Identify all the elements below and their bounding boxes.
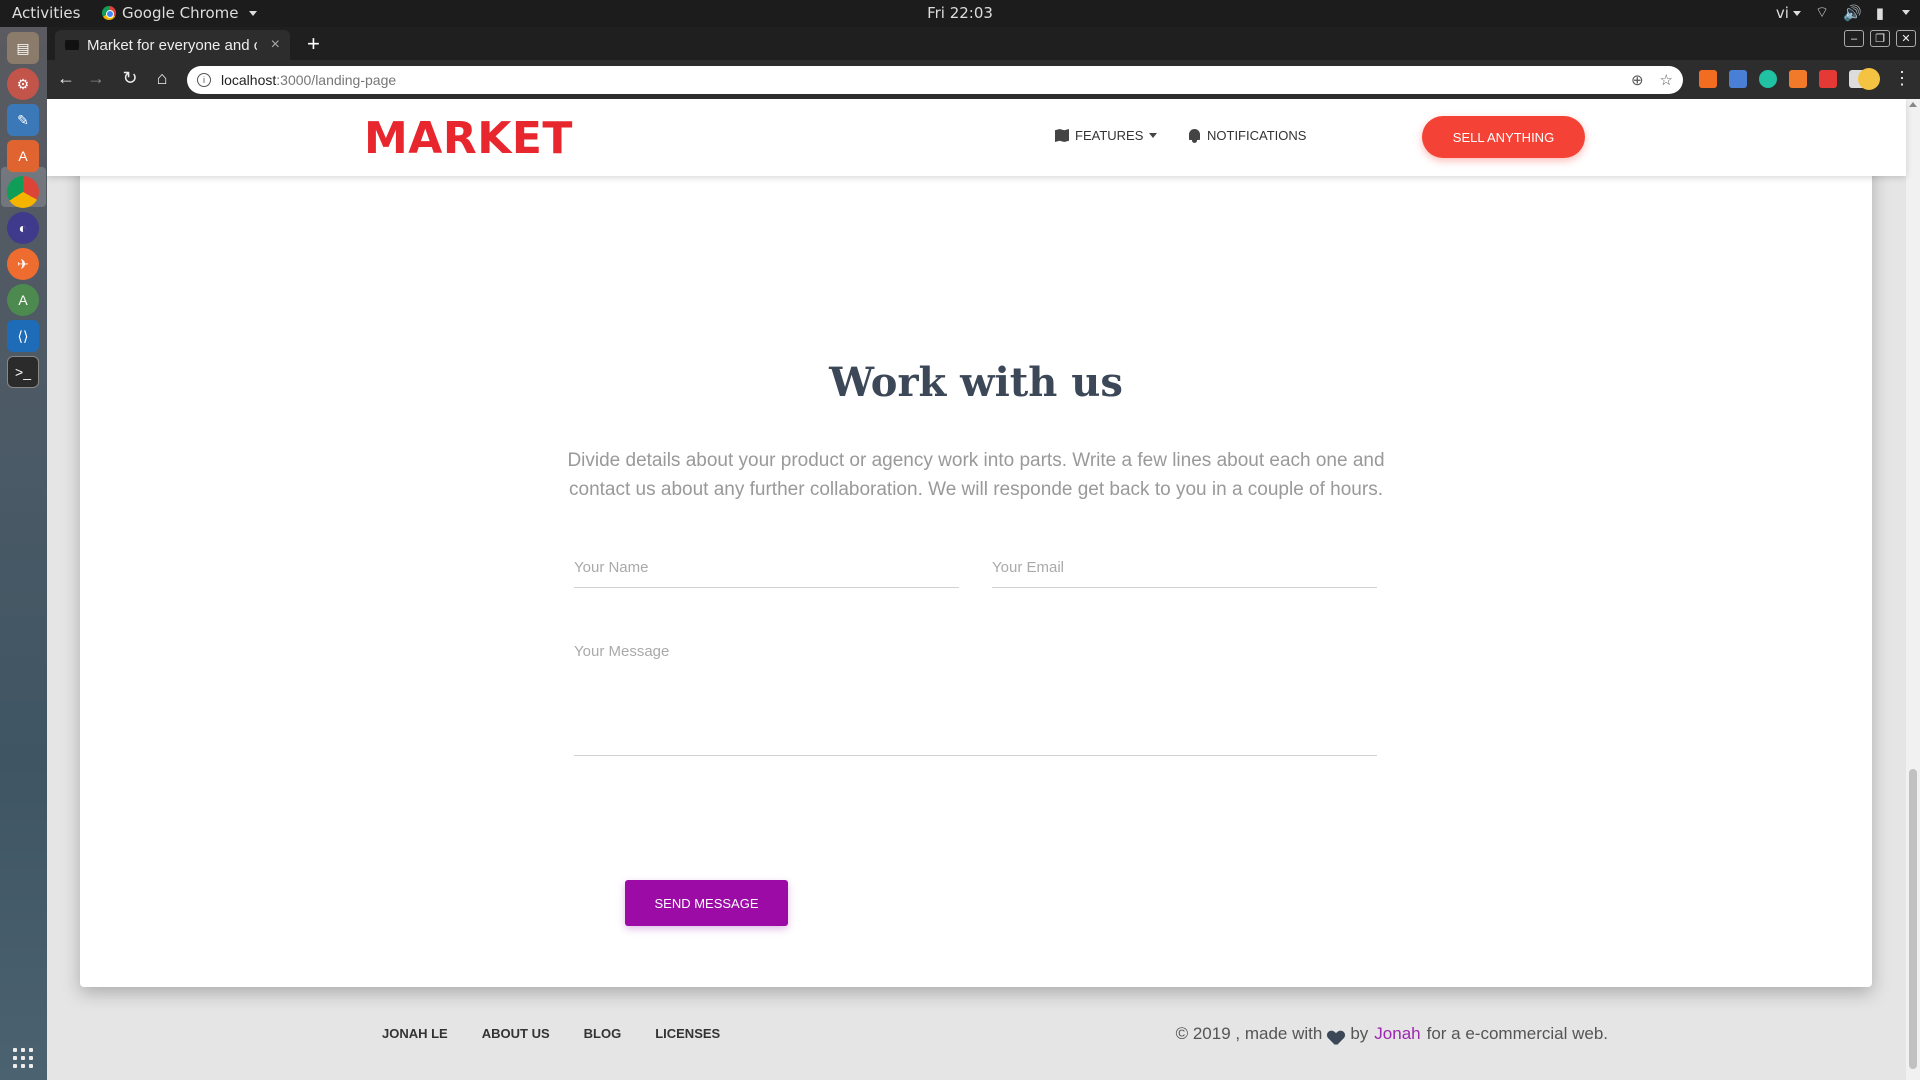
chrome-icon[interactable] bbox=[7, 176, 39, 208]
footer-link-jonah-le[interactable]: JONAH LE bbox=[382, 1026, 448, 1041]
footer-link-about-us[interactable]: ABOUT US bbox=[482, 1026, 550, 1041]
forward-button[interactable]: → bbox=[85, 68, 107, 89]
email-field-placeholder: Your Email bbox=[992, 559, 1064, 576]
chrome-menu-icon[interactable]: ⋮ bbox=[1893, 68, 1911, 89]
footer-link-licenses[interactable]: LICENSES bbox=[655, 1026, 720, 1041]
section-description: Divide details about your product or age… bbox=[567, 450, 1385, 500]
page-scrollbar[interactable] bbox=[1906, 99, 1920, 1080]
name-field-placeholder: Your Name bbox=[574, 559, 649, 576]
nav-features-label: FEATURES bbox=[1075, 128, 1144, 143]
send-message-button[interactable]: SEND MESSAGE bbox=[625, 880, 788, 926]
back-button[interactable]: ← bbox=[55, 68, 77, 89]
author-link[interactable]: Jonah bbox=[1374, 1024, 1420, 1044]
footer-link-blog[interactable]: BLOG bbox=[584, 1026, 622, 1041]
url-path: :3000/landing-page bbox=[276, 72, 397, 88]
new-tab-button[interactable]: + bbox=[307, 31, 320, 57]
site-navbar: MARKET FEATURES NOTIFICATIONS SELL ANYTH… bbox=[47, 99, 1906, 176]
message-field[interactable]: Your Message bbox=[574, 643, 1377, 756]
copyright-by: by bbox=[1350, 1024, 1369, 1043]
scrollbar-thumb[interactable] bbox=[1909, 769, 1917, 1069]
eclipse-icon[interactable]: ◐ bbox=[7, 212, 39, 244]
volume-icon[interactable]: 🔊 bbox=[1843, 4, 1862, 22]
close-icon[interactable]: × bbox=[271, 36, 280, 54]
scroll-up-icon[interactable] bbox=[1909, 102, 1917, 107]
vscode-icon[interactable]: ⟨⟩ bbox=[7, 320, 39, 352]
maximize-button[interactable]: ❐ bbox=[1870, 30, 1890, 47]
system-tray[interactable]: vi ⌔ 🔊 ▮ bbox=[1776, 3, 1910, 22]
browser-tab-bar: Market for everyone and c × + – ❐ ✕ bbox=[47, 27, 1920, 60]
extensions-bar bbox=[1699, 70, 1867, 88]
map-icon bbox=[1055, 129, 1069, 142]
bookmark-star-icon[interactable]: ☆ bbox=[1660, 71, 1673, 89]
url-host: localhost bbox=[221, 72, 277, 88]
dock: ▤ ⚙ ✎ A ◐ ✈ A ⟨⟩ >_ bbox=[0, 27, 47, 1080]
chevron-down-icon bbox=[1792, 10, 1801, 16]
heart-icon bbox=[1328, 1031, 1344, 1045]
extension-icon[interactable] bbox=[1759, 70, 1777, 88]
browser-tab[interactable]: Market for everyone and c × bbox=[55, 30, 290, 60]
extension-icon[interactable] bbox=[1699, 70, 1717, 88]
clock[interactable]: Fri 22:03 bbox=[0, 4, 1920, 22]
software-center-icon[interactable]: A bbox=[7, 140, 39, 172]
nav-notifications-label: NOTIFICATIONS bbox=[1207, 128, 1307, 143]
nav-notifications[interactable]: NOTIFICATIONS bbox=[1188, 128, 1306, 143]
language-label: vi bbox=[1775, 3, 1789, 22]
system-top-bar: Activities Google Chrome Fri 22:03 vi ⌔ … bbox=[0, 0, 1920, 27]
translate-extension-icon[interactable] bbox=[1729, 70, 1747, 88]
reload-button[interactable]: ↻ bbox=[119, 68, 141, 89]
settings-icon[interactable]: ⚙ bbox=[7, 68, 39, 100]
system-menu-chevron-icon[interactable] bbox=[1902, 10, 1910, 15]
browser-toolbar: ← → ↻ ⌂ i localhost:3000/landing-page ⊕ … bbox=[47, 60, 1920, 99]
contact-card: Work with us Divide details about your p… bbox=[80, 139, 1872, 987]
footer-copyright: © 2019 , made with by Jonah for a e-comm… bbox=[1176, 1024, 1608, 1044]
terminal-icon[interactable]: >_ bbox=[7, 356, 39, 388]
web-page: MARKET FEATURES NOTIFICATIONS SELL ANYTH… bbox=[47, 99, 1920, 1080]
minimize-button[interactable]: – bbox=[1844, 30, 1864, 47]
nav-features[interactable]: FEATURES bbox=[1055, 128, 1158, 143]
email-field[interactable]: Your Email bbox=[992, 559, 1377, 588]
text-editor-icon[interactable]: ✎ bbox=[7, 104, 39, 136]
postman-icon[interactable]: ✈ bbox=[7, 248, 39, 280]
home-button[interactable]: ⌂ bbox=[151, 68, 173, 89]
address-bar[interactable]: i localhost:3000/landing-page ⊕ ☆ bbox=[187, 66, 1683, 94]
copyright-prefix: © 2019 , made with bbox=[1175, 1024, 1323, 1043]
wifi-icon[interactable]: ⌔ bbox=[1815, 3, 1829, 22]
zoom-icon[interactable]: ⊕ bbox=[1631, 71, 1644, 89]
window-controls: – ❐ ✕ bbox=[1844, 30, 1916, 47]
tab-title: Market for everyone and c bbox=[87, 36, 257, 54]
bell-icon bbox=[1188, 128, 1201, 143]
android-studio-icon[interactable]: A bbox=[7, 284, 39, 316]
sell-anything-button[interactable]: SELL ANYTHING bbox=[1422, 116, 1585, 158]
message-field-placeholder: Your Message bbox=[574, 643, 670, 660]
close-window-button[interactable]: ✕ bbox=[1896, 30, 1916, 47]
brand-logo[interactable]: MARKET bbox=[364, 113, 573, 164]
copyright-suffix: for a e-commercial web. bbox=[1426, 1024, 1608, 1043]
profile-avatar[interactable] bbox=[1858, 68, 1880, 90]
footer-links: JONAH LE ABOUT US BLOG LICENSES bbox=[382, 1026, 720, 1041]
battery-icon[interactable]: ▮ bbox=[1876, 4, 1884, 22]
files-icon[interactable]: ▤ bbox=[7, 32, 39, 64]
extension-icon[interactable] bbox=[1819, 70, 1837, 88]
info-icon[interactable]: i bbox=[197, 73, 211, 87]
tab-favicon-icon bbox=[65, 40, 79, 50]
extension-icon[interactable] bbox=[1789, 70, 1807, 88]
show-applications-icon[interactable] bbox=[13, 1048, 33, 1068]
language-indicator[interactable]: vi bbox=[1776, 4, 1801, 22]
chevron-down-icon bbox=[1149, 133, 1158, 138]
section-title: Work with us bbox=[829, 359, 1123, 406]
name-field[interactable]: Your Name bbox=[574, 559, 959, 588]
